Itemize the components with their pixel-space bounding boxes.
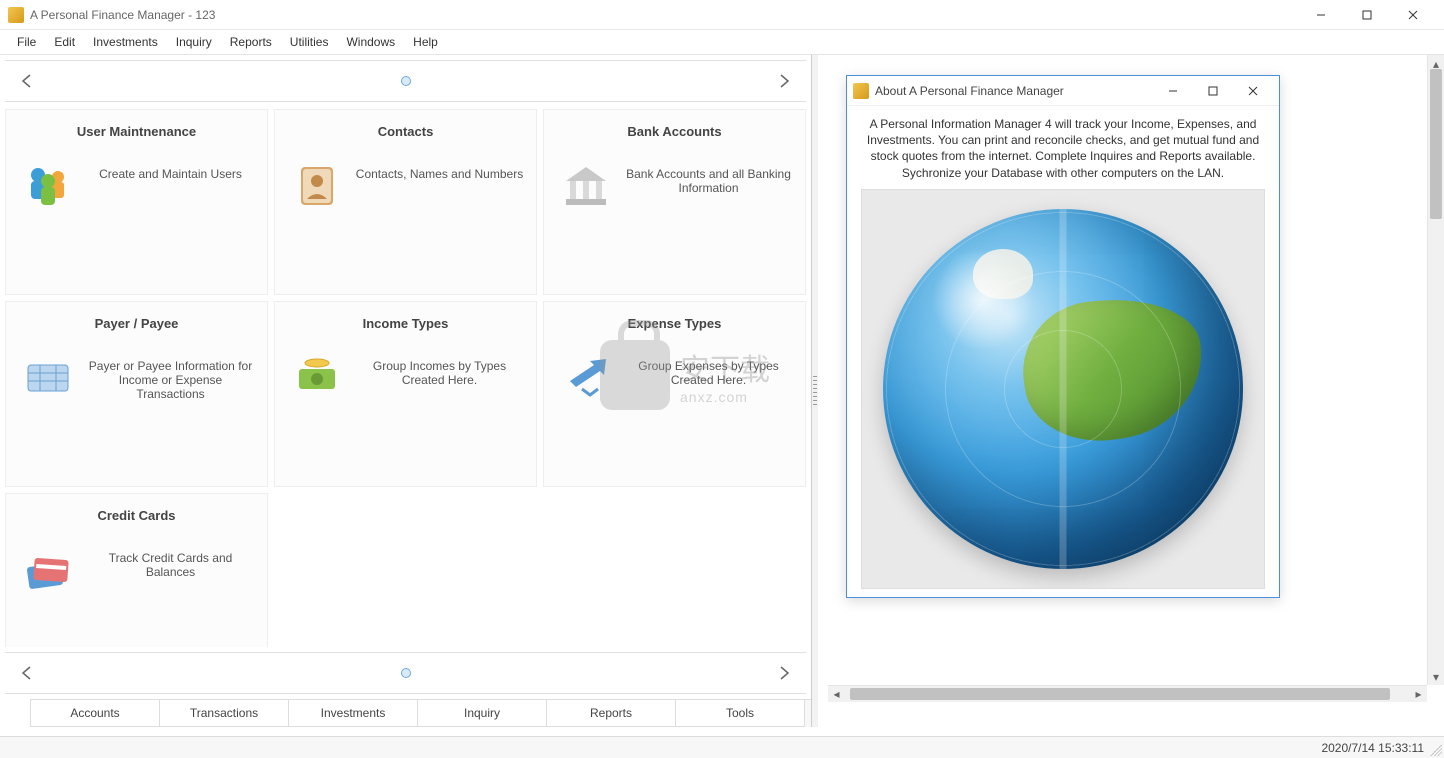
about-text: A Personal Information Manager 4 will tr… [861,116,1265,181]
titlebar: A Personal Finance Manager - 123 [0,0,1444,30]
tile-title: Bank Accounts [627,124,721,139]
nav-row-bottom [5,652,806,694]
about-maximize-button[interactable] [1193,79,1233,103]
about-globe-image [861,189,1265,589]
scroll-left-icon[interactable]: ◂ [828,686,845,702]
window-title: A Personal Finance Manager - 123 [30,8,215,22]
tab-accounts[interactable]: Accounts [30,700,160,727]
page-indicator-icon [401,76,411,86]
tile-title: Payer / Payee [95,316,179,331]
tile-title: Income Types [363,316,449,331]
left-pane: User Maintnenance Create and Maintain Us… [0,55,812,727]
tile-title: Contacts [378,124,434,139]
tab-reports[interactable]: Reports [546,700,676,727]
tile-expense-types[interactable]: Expense Types Group Expenses by Types Cr… [543,301,806,487]
about-minimize-button[interactable] [1153,79,1193,103]
minimize-button[interactable] [1298,0,1344,30]
tab-tools[interactable]: Tools [675,700,805,727]
bottom-tabs: Accounts Transactions Investments Inquir… [30,699,811,727]
tile-title: Expense Types [628,316,722,331]
nav-prev-button-bottom[interactable] [15,661,39,685]
nav-prev-button[interactable] [15,69,39,93]
nav-next-button[interactable] [772,69,796,93]
tiles-grid: User Maintnenance Create and Maintain Us… [0,107,811,647]
app-icon [853,83,869,99]
tile-desc: Group Expenses by Types Created Here. [620,359,797,387]
maximize-button[interactable] [1344,0,1390,30]
tab-transactions[interactable]: Transactions [159,700,289,727]
scroll-down-icon[interactable]: ▾ [1428,668,1444,685]
tile-title: Credit Cards [97,508,175,523]
status-timestamp: 2020/7/14 15:33:11 [1321,741,1424,755]
scroll-thumb[interactable] [850,688,1390,700]
tile-desc: Create and Maintain Users [82,167,259,181]
tile-contacts[interactable]: Contacts Contacts, Names and Numbers [274,109,537,295]
right-pane: About A Personal Finance Manager A Perso… [818,55,1444,727]
about-window: About A Personal Finance Manager A Perso… [846,75,1280,598]
horizontal-scrollbar[interactable]: ◂ ▸ [828,685,1427,702]
tile-desc: Contacts, Names and Numbers [351,167,528,181]
tile-desc: Payer or Payee Information for Income or… [82,359,259,401]
users-icon [20,157,76,213]
menu-inquiry[interactable]: Inquiry [167,32,221,52]
menu-utilities[interactable]: Utilities [281,32,338,52]
menu-file[interactable]: File [8,32,45,52]
about-close-button[interactable] [1233,79,1273,103]
menu-windows[interactable]: Windows [337,32,404,52]
tile-credit-cards[interactable]: Credit Cards Track Credit Cards and Bala… [5,493,268,647]
app-icon [8,7,24,23]
income-icon [289,349,345,405]
about-title: About A Personal Finance Manager [875,84,1064,98]
nav-next-button-bottom[interactable] [772,661,796,685]
menu-edit[interactable]: Edit [45,32,84,52]
expense-icon [558,349,614,405]
tab-inquiry[interactable]: Inquiry [417,700,547,727]
about-titlebar[interactable]: About A Personal Finance Manager [847,76,1279,106]
payee-icon [20,349,76,405]
close-button[interactable] [1390,0,1436,30]
vertical-scrollbar[interactable]: ▴ ▾ [1427,55,1444,685]
nav-row-top [5,60,806,102]
tile-title: User Maintnenance [77,124,196,139]
menubar: File Edit Investments Inquiry Reports Ut… [0,30,1444,55]
scroll-right-icon[interactable]: ▸ [1410,686,1427,702]
menu-investments[interactable]: Investments [84,32,167,52]
contacts-icon [289,157,345,213]
tile-user-maintenance[interactable]: User Maintnenance Create and Maintain Us… [5,109,268,295]
menu-reports[interactable]: Reports [221,32,281,52]
credit-cards-icon [20,541,76,597]
globe-icon [883,209,1243,569]
page-indicator-icon [401,668,411,678]
tile-desc: Track Credit Cards and Balances [82,551,259,579]
tile-desc: Group Incomes by Types Created Here. [351,359,528,387]
resize-grip-icon[interactable] [1430,744,1442,756]
tile-desc: Bank Accounts and all Banking Informatio… [620,167,797,195]
menu-help[interactable]: Help [404,32,447,52]
statusbar: 2020/7/14 15:33:11 [0,736,1444,758]
scroll-thumb[interactable] [1430,69,1442,219]
tab-investments[interactable]: Investments [288,700,418,727]
bank-icon [558,157,614,213]
tile-income-types[interactable]: Income Types Group Incomes by Types Crea… [274,301,537,487]
tile-payer-payee[interactable]: Payer / Payee Payer or Payee Information… [5,301,268,487]
tile-bank-accounts[interactable]: Bank Accounts Bank Accounts and all Bank… [543,109,806,295]
